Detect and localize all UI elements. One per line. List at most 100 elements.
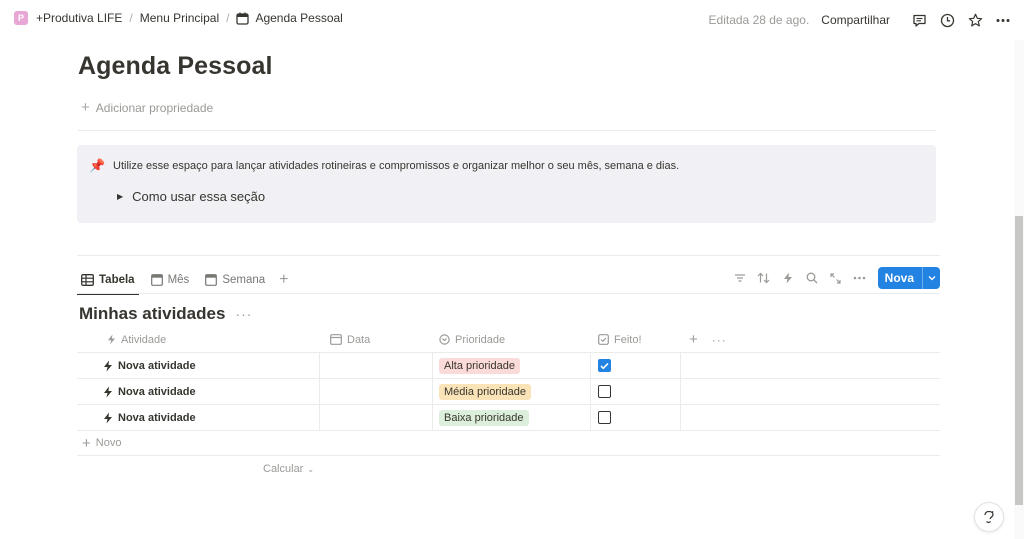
scrollbar-track[interactable] [1014,40,1024,539]
breadcrumb-separator: / [226,11,230,25]
workspace-icon: P [14,11,28,25]
expand-icon[interactable] [824,267,848,289]
cell-atividade[interactable]: Nova atividade [77,405,320,430]
column-header-atividade[interactable]: Atividade [77,327,320,352]
cell-feito[interactable] [591,353,681,378]
priority-tag: Alta prioridade [439,357,520,374]
page-title[interactable]: Agenda Pessoal [78,52,273,81]
calculate-label: Calcular [263,463,304,475]
breadcrumb-menu[interactable]: Menu Principal [140,11,219,25]
column-label: Feito! [614,333,642,346]
breadcrumb-separator: / [129,11,133,25]
table-row[interactable]: Nova atividade Média prioridade [77,379,940,405]
table-header: Atividade Data Prioridade Feito! + ··· [77,327,940,353]
tab-label: Tabela [99,274,135,286]
calendar-icon [205,274,218,286]
checkbox-unchecked[interactable] [598,385,611,398]
table-icon [81,274,94,286]
automation-icon[interactable] [776,267,800,289]
breadcrumb-page[interactable]: Agenda Pessoal [236,11,343,25]
cell-atividade[interactable]: Nova atividade [77,353,320,378]
pin-icon: 📌 [89,158,106,173]
calendar-icon [330,334,342,345]
tab-tabela[interactable]: Tabela [77,266,139,295]
priority-tag: Baixa prioridade [439,409,529,426]
cell-prioridade[interactable]: Média prioridade [433,379,591,404]
activity-name: Nova atividade [118,411,196,424]
more-icon[interactable] [992,9,1014,31]
more-icon[interactable]: ··· [235,306,252,322]
database-title[interactable]: Minhas atividades [79,304,225,324]
checkbox-unchecked[interactable] [598,411,611,424]
table-row[interactable]: Nova atividade Alta prioridade [77,353,940,379]
cell-data[interactable] [320,379,433,404]
lightning-icon [104,412,112,423]
database-title-row: Minhas atividades ··· [79,304,252,324]
more-icon[interactable]: ··· [712,333,727,347]
cell-atividade[interactable]: Nova atividade [77,379,320,404]
share-button[interactable]: Compartilhar [821,13,890,27]
callout-block: 📌 Utilize esse espaço para lançar ativid… [77,145,936,223]
cell-feito[interactable] [591,379,681,404]
add-property-button[interactable]: + Adicionar propriedade [81,100,213,115]
column-header-data[interactable]: Data [320,327,433,352]
tab-semana[interactable]: Semana [201,266,269,294]
cell-feito[interactable] [591,405,681,430]
cell-empty [681,353,940,378]
column-label: Data [347,333,371,346]
toggle-how-to-use[interactable]: ▶ Como usar essa seção [117,189,265,204]
column-header-actions: + ··· [681,327,940,352]
cell-data[interactable] [320,405,433,430]
comment-icon[interactable] [908,9,930,31]
cell-data[interactable] [320,353,433,378]
priority-tag: Média prioridade [439,383,531,400]
cell-prioridade[interactable]: Baixa prioridade [433,405,591,430]
table-row[interactable]: Nova atividade Baixa prioridade [77,405,940,431]
breadcrumb-menu-label: Menu Principal [139,11,220,25]
star-icon[interactable] [964,9,986,31]
status-icon [439,334,450,345]
column-label: Prioridade [455,333,506,346]
chevron-down-icon[interactable] [922,267,940,289]
checkbox-checked[interactable] [598,359,611,372]
breadcrumb-workspace-label: +Produtiva LIFE [36,11,123,25]
calendar-icon [150,274,163,286]
chevron-down-icon: ⌄ [307,464,315,474]
breadcrumb-workspace[interactable]: P +Produtiva LIFE [14,11,122,25]
cell-prioridade[interactable]: Alta prioridade [433,353,591,378]
more-icon[interactable] [848,267,872,289]
column-header-feito[interactable]: Feito! [591,327,681,352]
divider [77,255,940,256]
calendar-icon [236,12,250,25]
triangle-right-icon[interactable]: ▶ [117,192,123,201]
breadcrumb-page-label: Agenda Pessoal [255,11,343,25]
view-tabs: Tabela Mês Semana + [77,266,289,295]
filter-icon[interactable] [728,267,752,289]
new-button[interactable]: Nova [877,267,940,289]
cell-empty [681,405,940,430]
divider [77,293,940,294]
activity-name: Nova atividade [118,385,196,398]
scrollbar-thumb[interactable] [1015,216,1023,505]
callout-text[interactable]: Utilize esse espaço para lançar atividad… [113,160,679,172]
divider [78,130,936,131]
sort-icon[interactable] [752,267,776,289]
new-row-button[interactable]: + Novo [77,431,940,456]
lightning-icon [104,386,112,397]
new-row-label: Novo [95,437,122,449]
plus-icon: + [81,99,90,116]
plus-icon: + [82,434,91,452]
column-header-prioridade[interactable]: Prioridade [433,327,591,352]
check-icon [600,362,609,369]
add-property-label: Adicionar propriedade [95,100,214,115]
top-actions: Editada 28 de ago. Compartilhar [709,9,1014,31]
calculate-button[interactable]: Calcular ⌄ [263,463,314,475]
search-icon[interactable] [800,267,824,289]
help-button[interactable] [974,502,1004,532]
database-toolbar: Nova [728,267,940,289]
clock-icon[interactable] [936,9,958,31]
add-view-icon[interactable]: + [279,271,288,289]
edited-timestamp: Editada 28 de ago. [708,13,810,27]
add-column-icon[interactable]: + [689,331,698,348]
tab-mes[interactable]: Mês [147,266,194,294]
